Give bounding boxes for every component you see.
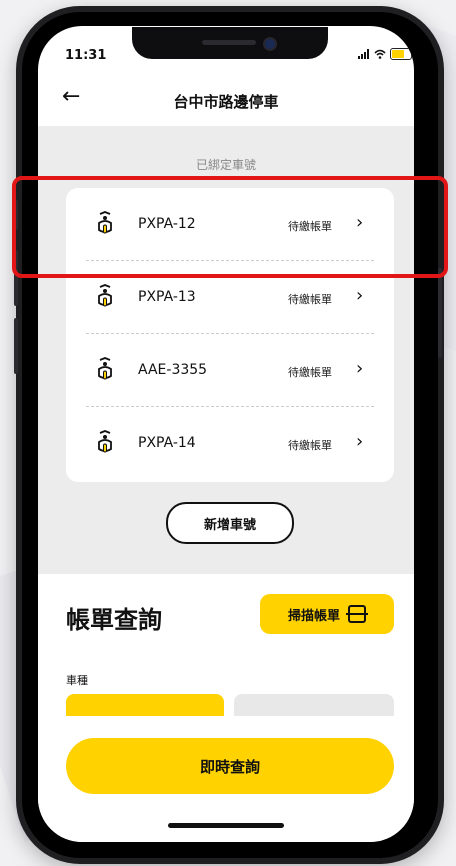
wifi-icon bbox=[374, 49, 386, 59]
scan-bill-button[interactable]: 掃描帳單 bbox=[260, 594, 394, 634]
phone-camera bbox=[263, 37, 277, 51]
scooter-icon bbox=[98, 357, 112, 380]
vehicle-status: 待繳帳單 bbox=[288, 366, 332, 379]
phone-side-button bbox=[14, 318, 18, 374]
vehicle-plate: PXPA-14 bbox=[138, 435, 196, 451]
home-indicator bbox=[168, 823, 284, 828]
status-icons bbox=[358, 48, 412, 60]
billing-title: 帳單查詢 bbox=[66, 606, 162, 634]
instant-query-button[interactable]: 即時查詢 bbox=[66, 738, 394, 794]
scan-icon bbox=[346, 605, 368, 623]
scooter-icon bbox=[98, 284, 112, 307]
page-title: 台中市路邊停車 bbox=[173, 93, 279, 111]
battery-icon bbox=[390, 48, 412, 60]
vehicle-type-label: 車種 bbox=[66, 674, 88, 687]
vehicle-row[interactable]: PXPA-14 待繳帳單 › bbox=[66, 407, 394, 480]
chevron-right-icon: › bbox=[356, 431, 364, 452]
status-time: 11:31 bbox=[65, 48, 107, 63]
phone-side-button bbox=[438, 268, 442, 358]
bound-vehicles-label: 已綁定車號 bbox=[195, 158, 256, 172]
vehicle-status: 待繳帳單 bbox=[288, 439, 332, 452]
chevron-right-icon: › bbox=[356, 285, 364, 306]
scooter-icon bbox=[98, 430, 112, 453]
vehicle-row[interactable]: AAE-3355 待繳帳單 › bbox=[66, 334, 394, 407]
vehicle-plate: PXPA-13 bbox=[138, 289, 196, 305]
highlight-box bbox=[12, 176, 448, 278]
signal-icon bbox=[358, 49, 369, 59]
page-header: ← 台中市路邊停車 bbox=[38, 78, 414, 126]
chevron-right-icon: › bbox=[356, 358, 364, 379]
scan-bill-label: 掃描帳單 bbox=[287, 608, 340, 624]
app-screen: 11:31 ← 台中市路邊停車 已綁定車號 PXPA-12 待繳帳單 › PXP… bbox=[38, 26, 414, 842]
vehicle-plate: AAE-3355 bbox=[138, 362, 208, 378]
phone-speaker bbox=[202, 40, 256, 45]
add-plate-button[interactable]: 新增車號 bbox=[166, 502, 294, 544]
vehicle-status: 待繳帳單 bbox=[288, 293, 332, 306]
